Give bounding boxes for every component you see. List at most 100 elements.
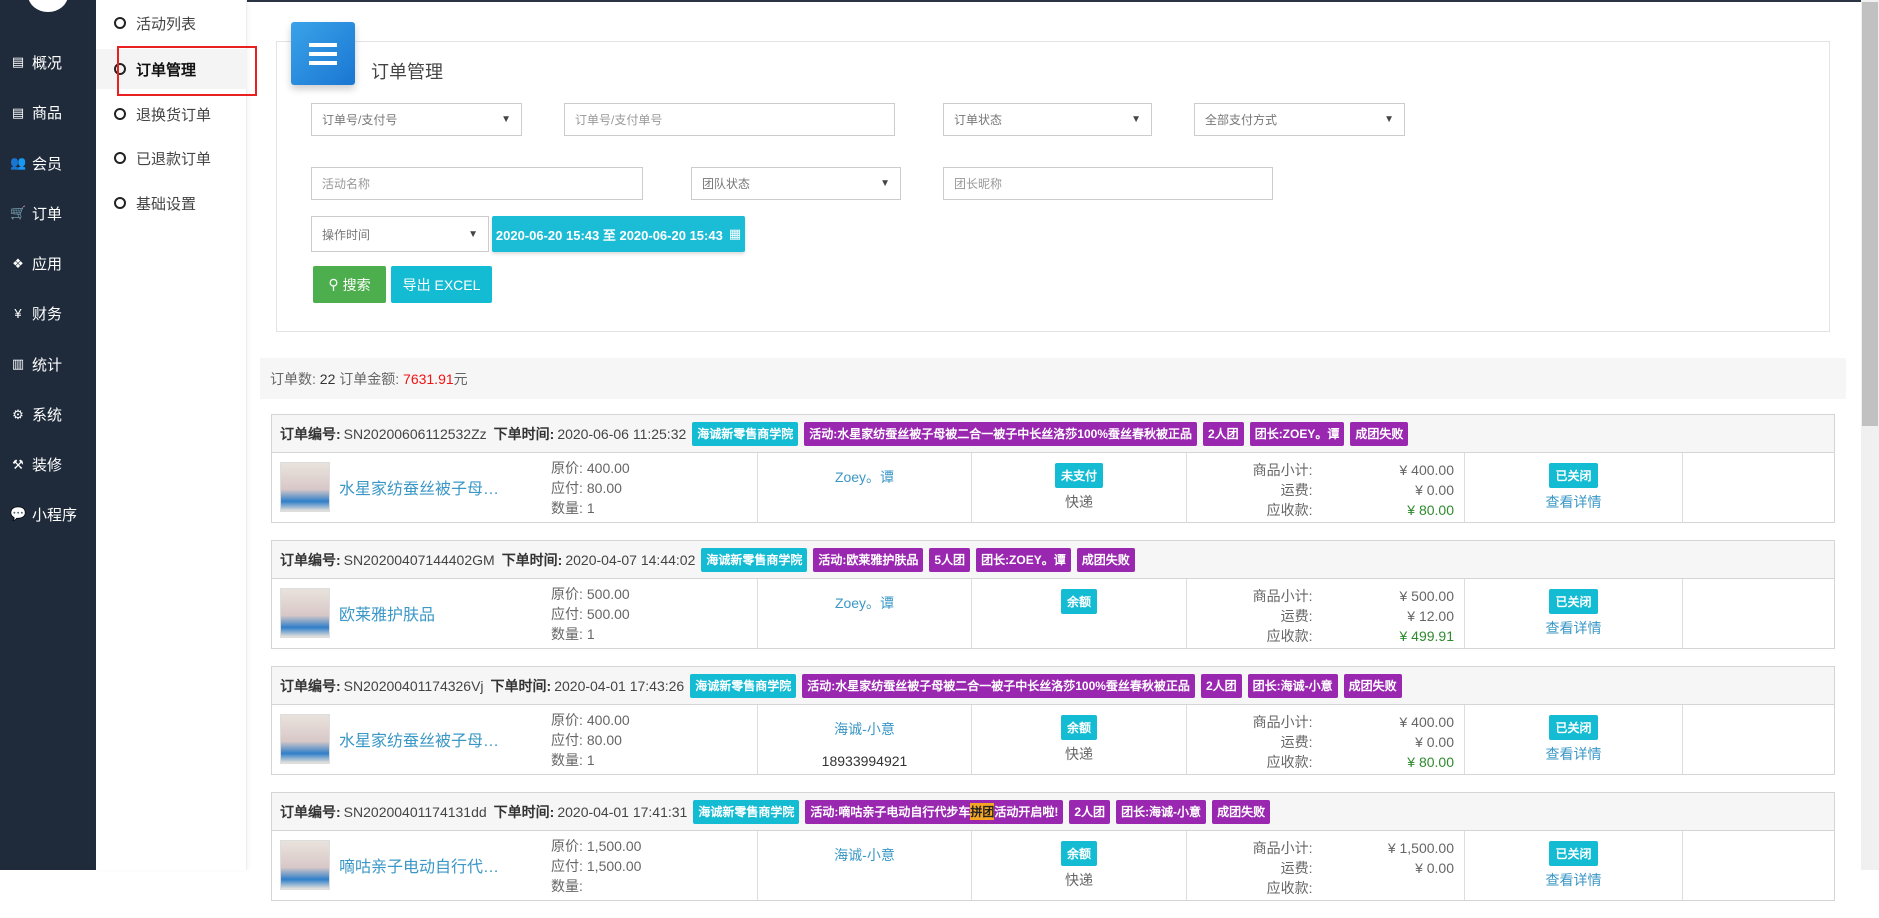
price-value: 80.00 — [586, 480, 622, 496]
buyer-cell: Zoey。谭 — [758, 579, 972, 648]
sidebar-item[interactable]: ⚒ 装修 — [10, 454, 62, 475]
search-icon: ⚲ — [328, 276, 339, 292]
price-value: 1 — [586, 500, 595, 516]
sidebar-item[interactable]: 🛒 订单 — [10, 203, 62, 224]
amount-label: 运费: — [1280, 608, 1313, 624]
sidebar-item[interactable]: ▤ 概况 — [10, 52, 62, 73]
sidebar-item[interactable]: ❖ 应用 — [10, 253, 62, 274]
product-thumbnail[interactable] — [280, 462, 330, 512]
view-detail-link[interactable]: 查看详情 — [1465, 618, 1682, 638]
product-thumbnail[interactable] — [280, 588, 330, 638]
price-value: 500.00 — [586, 586, 630, 602]
sidebar-item[interactable]: ▥ 统计 — [10, 354, 62, 375]
subnav-item-label: 退换货订单 — [136, 106, 212, 124]
buyer-name[interactable]: 海诚-小意 — [758, 719, 971, 739]
pay-method-select[interactable]: 全部支付方式 ▼ — [1194, 103, 1405, 136]
sidebar-item-label: 系统 — [32, 407, 63, 425]
product-thumbnail[interactable] — [280, 714, 330, 764]
order-status-select[interactable]: 订单状态 ▼ — [943, 103, 1152, 136]
amount-label: 商品小计: — [1252, 714, 1313, 730]
buyer-name[interactable]: 海诚-小意 — [758, 845, 971, 865]
order-status-badge: 已关闭 — [1549, 589, 1598, 614]
order-tag: 活动:欧莱雅护肤品 — [813, 547, 924, 572]
price-row: 数量: — [551, 876, 641, 896]
order-no-type-select[interactable]: 订单号/支付号 ▼ — [311, 103, 522, 136]
status-cell: 已关闭 查看详情 — [1465, 831, 1683, 900]
select-value: 团队状态 — [702, 177, 751, 191]
subnav-item[interactable]: 退换货订单 — [96, 94, 247, 134]
yen-icon: ¥ — [14, 306, 22, 322]
amount-grid: 商品小计: ¥ 400.00 运费: ¥ 0.00 应收款: ¥ 80.00 — [1187, 453, 1464, 520]
order-tag: 成团失败 — [1212, 799, 1271, 824]
order-tag: 5人团 — [929, 547, 971, 572]
order-tag: 成团失败 — [1350, 421, 1409, 446]
order-no: SN20200606112532Zz — [343, 425, 487, 442]
placeholder: 订单号/支付单号 — [575, 113, 663, 127]
price-row: 应付: 80.00 — [551, 730, 630, 750]
price-label: 数量: — [551, 752, 583, 768]
order-header: 订单编号: SN20200407144402GM 下单时间: 2020-04-07 1… — [272, 541, 1834, 579]
price-row: 应付: 1,500.00 — [551, 856, 641, 876]
product-name-link[interactable]: 嘀咕亲子电动自行代步车 — [339, 853, 509, 877]
sidebar-item-label: 商品 — [32, 105, 63, 123]
sidebar-item[interactable]: 💬 小程序 — [10, 504, 77, 525]
product-name-link[interactable]: 欧莱雅护肤品 — [339, 601, 509, 625]
order-card: 订单编号: SN20200401174131dd 下单时间: 2020-04-01 1… — [271, 792, 1835, 901]
export-excel-button[interactable]: 导出 EXCEL — [391, 266, 492, 303]
view-detail-link[interactable]: 查看详情 — [1465, 744, 1682, 764]
activity-name-input[interactable]: 活动名称 — [311, 167, 643, 200]
buyer-name[interactable]: Zoey。谭 — [758, 467, 971, 487]
shipping-method: 快递 — [1065, 494, 1093, 510]
product-name-link[interactable]: 水星家纺蚕丝被子母被二合一被子中长丝洛莎100%蚕丝春秋被正品 — [339, 727, 509, 751]
price-value: 80.00 — [586, 732, 622, 748]
scrollbar-thumb[interactable] — [1862, 2, 1878, 426]
subnav-item-label: 已退款订单 — [136, 150, 212, 168]
subnav-item[interactable]: 活动列表 — [96, 3, 247, 43]
order-card: 订单编号: SN20200407144402GM 下单时间: 2020-04-07 1… — [271, 540, 1835, 649]
amount-value: ¥ 12.00 — [1407, 608, 1454, 624]
time-type-select[interactable]: 操作时间 ▼ — [311, 216, 489, 252]
order-no-input[interactable]: 订单号/支付单号 — [564, 103, 895, 136]
leader-nickname-input[interactable]: 团长昵称 — [943, 167, 1273, 200]
date-range-picker[interactable]: 2020-06-20 15:43 至 2020-06-20 15:43 ▦ — [492, 216, 745, 252]
buyer-phone: 18933994921 — [821, 753, 908, 769]
team-status-select[interactable]: 团队状态 ▼ — [691, 167, 901, 200]
order-status-badge: 已关闭 — [1549, 463, 1598, 488]
subnav-item-label: 基础设置 — [136, 195, 197, 213]
subnav-item[interactable]: 已退款订单 — [96, 138, 247, 178]
sidebar-item-label: 小程序 — [32, 506, 78, 524]
circle-icon — [114, 108, 126, 120]
order-tag: 团长:ZOEY。谭 — [976, 547, 1071, 572]
product-name-link[interactable]: 水星家纺蚕丝被子母被二合一被子中长丝洛莎100%蚕丝春秋被正品 — [339, 475, 509, 499]
buyer-name[interactable]: Zoey。谭 — [758, 593, 971, 613]
amount-cell: 商品小计: ¥ 400.00 运费: ¥ 0.00 应收款: ¥ 80.00 — [1187, 453, 1465, 522]
product-thumbnail[interactable] — [280, 840, 330, 890]
view-detail-link[interactable]: 查看详情 — [1465, 492, 1682, 512]
cart-icon: 🛒 — [10, 205, 27, 221]
view-detail-link[interactable]: 查看详情 — [1465, 870, 1682, 890]
amount-label: 应收款: — [1266, 754, 1313, 770]
price-value: 1,500.00 — [586, 858, 642, 874]
sidebar-item[interactable]: ⚙ 系统 — [10, 404, 62, 425]
caret-down-icon: ▼ — [501, 114, 511, 125]
sidebar-item[interactable]: ▤ 商品 — [10, 102, 62, 123]
search-button[interactable]: ⚲ 搜索 — [313, 266, 386, 303]
sidebar-item[interactable]: 👥 会员 — [10, 153, 62, 174]
price-label: 应付: — [551, 480, 583, 496]
payment-cell: 余额 快递 — [972, 705, 1187, 774]
menu-icon — [291, 22, 355, 85]
sidebar-item-label: 应用 — [32, 256, 63, 274]
caret-down-icon: ▼ — [1384, 114, 1394, 125]
order-no-label: 订单编号: — [280, 425, 341, 442]
order-amount: 7631.91 — [403, 370, 454, 387]
price-info: 原价: 1,500.00 应付: 1,500.00 数量: — [551, 836, 641, 896]
page-title: 订单管理 — [371, 62, 443, 82]
sidebar-item-label: 财务 — [32, 306, 63, 324]
order-time: 2020-06-06 11:25:32 — [557, 425, 687, 442]
subnav-item[interactable]: 基础设置 — [96, 183, 247, 223]
placeholder: 团长昵称 — [954, 177, 1003, 191]
select-value: 全部支付方式 — [1205, 113, 1278, 127]
sidebar-item-label: 订单 — [32, 205, 63, 223]
price-value: 400.00 — [586, 712, 630, 728]
sidebar-item[interactable]: ¥ 财务 — [10, 303, 62, 324]
